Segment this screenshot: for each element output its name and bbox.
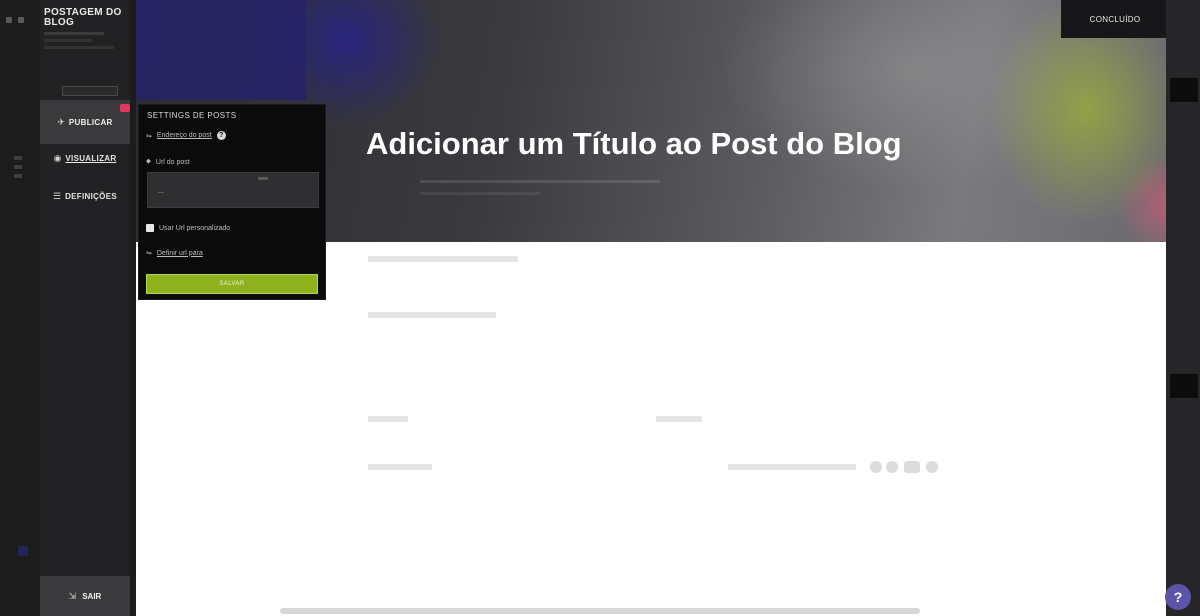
help-chat-button[interactable]: ? [1165,584,1191,610]
share-icon[interactable] [904,461,920,473]
right-panel-block [1170,78,1198,102]
view-site-button[interactable] [62,86,118,96]
hero-subtitle-line [420,180,660,183]
field-hint [258,177,268,180]
save-button[interactable]: SALVAR [146,274,318,294]
layout-icon[interactable] [14,156,22,160]
address-row[interactable]: ⇋ Endereço do post ? [146,131,226,140]
tag-icon: ⬥ [146,158,151,165]
nav-preview-label: VISUALIZAR [65,153,117,163]
body-line-placeholder [368,312,496,318]
meta-placeholder [656,416,702,422]
page-subtitle [44,32,124,49]
nav-settings[interactable]: ☰ DEFINIÇÕES [40,185,130,207]
done-button[interactable]: CONCLUÍDO [1061,0,1169,38]
side-toolbar [14,156,26,183]
menu-icon[interactable] [6,17,12,23]
author-line-placeholder [368,256,518,262]
address-link[interactable]: Endereço do post [157,132,212,139]
share-icon[interactable] [886,461,898,473]
url-row: ⬥ Url do post [146,158,190,166]
exit-label: SAIR [82,591,102,601]
custom-url-checkbox[interactable] [146,224,154,232]
share-icon[interactable] [926,461,938,473]
notification-badge [120,104,130,112]
help-icon[interactable]: ? [216,131,226,140]
done-label: CONCLUÍDO [1089,14,1141,24]
share-icon[interactable] [870,461,882,473]
url-value: — [158,190,164,196]
save-label: SALVAR [219,281,245,287]
layout-icon[interactable] [14,174,22,178]
custom-url-row[interactable]: Usar Url personalizado [146,224,230,232]
popup-title: SETTINGS DE POSTS [147,111,237,120]
hero-image-fragment [136,0,306,100]
define-url-link[interactable]: Definir url para [157,250,203,257]
share-label-placeholder [728,464,856,470]
hero-subtitle-line [420,192,540,195]
custom-url-label: Usar Url personalizado [159,224,231,232]
horizontal-scrollbar[interactable] [280,608,920,614]
define-url-row[interactable]: ⇋ Definir url para [146,249,203,258]
exit-icon: ⇲ [68,590,77,601]
page-title: POSTAGEM DO BLOG [44,7,122,28]
exit-button[interactable]: ⇲ SAIR [40,576,130,616]
nav-preview[interactable]: ◉ VISUALIZAR [40,147,130,169]
layout-icon[interactable] [14,165,22,169]
status-indicator [18,546,28,556]
sliders-icon: ☰ [53,190,62,201]
link-icon: ⇋ [146,132,152,140]
post-url-field[interactable]: — [147,172,319,208]
meta-placeholder [368,416,408,422]
window-controls [6,10,36,23]
pause-icon[interactable] [18,17,24,23]
nav-publish[interactable]: ✈ PUBLICAR [40,100,130,144]
link-icon: ⇋ [146,250,152,257]
hero-title[interactable]: Adicionar um Título ao Post do Blog [366,126,926,162]
eye-icon: ◉ [53,152,62,163]
rocket-icon: ✈ [57,116,65,127]
nav-publish-label: PUBLICAR [68,117,113,127]
nav-settings-label: DEFINIÇÕES [65,191,117,201]
url-label: Url do post [155,158,190,166]
right-panel-block [1170,374,1198,398]
meta-placeholder [368,464,432,470]
